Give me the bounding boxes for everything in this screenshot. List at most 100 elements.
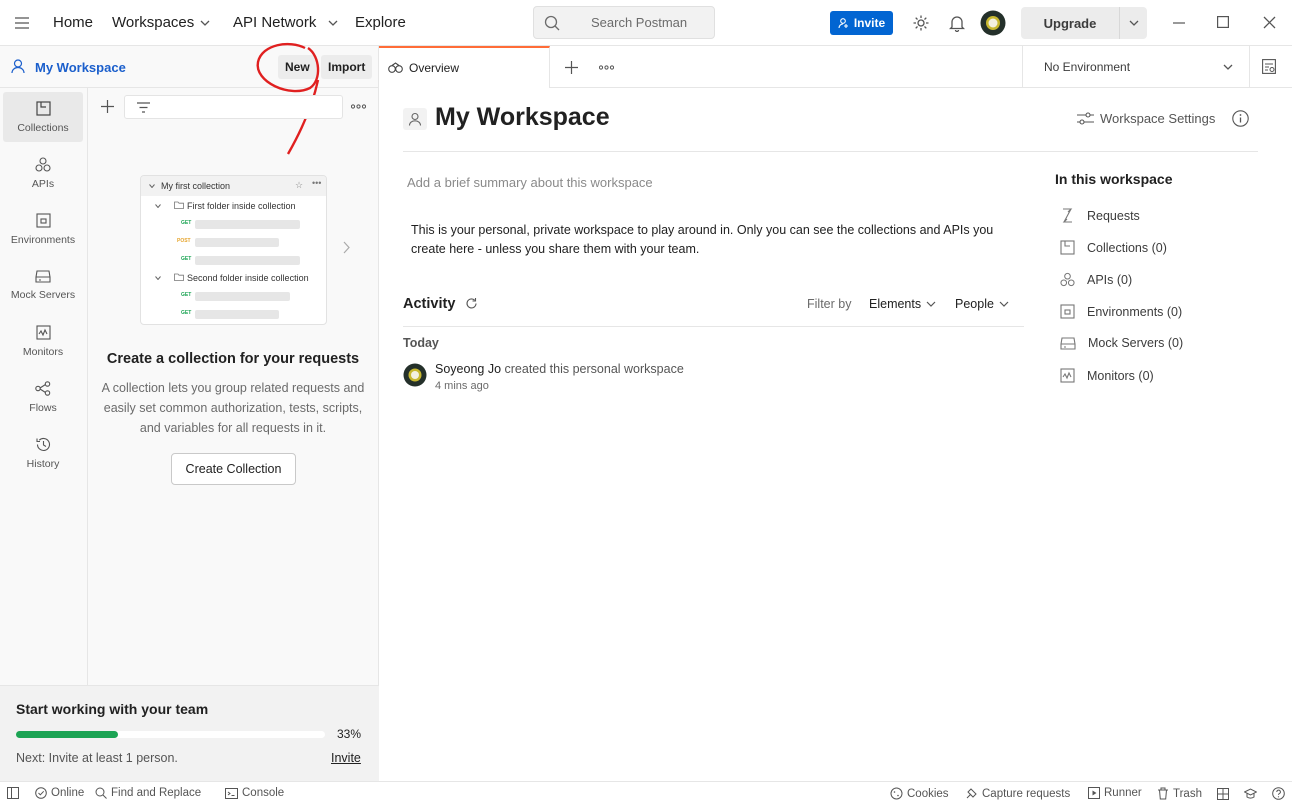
add-user-icon (838, 17, 848, 28)
monitor-icon (1060, 368, 1075, 383)
elements-dropdown[interactable]: Elements (869, 297, 936, 311)
placeholder-bar (195, 292, 290, 301)
trash-icon (1158, 787, 1168, 800)
sidebar-item-environments[interactable]: Environments (3, 204, 83, 254)
runner-icon (1088, 787, 1100, 799)
sidebar-item-history[interactable]: History (3, 428, 83, 478)
activity-user[interactable]: Soyeong Jo (435, 362, 501, 376)
people-dropdown[interactable]: People (955, 297, 1009, 311)
bell-icon[interactable] (949, 14, 965, 32)
illustration-folder-name: Second folder inside collection (187, 273, 309, 283)
create-collection-button[interactable]: Create Collection (171, 453, 296, 485)
chevron-right-icon[interactable] (343, 241, 350, 254)
toggle-sidebar-icon[interactable] (7, 787, 19, 799)
online-status[interactable]: Online (35, 787, 84, 799)
menu-icon[interactable] (15, 17, 29, 29)
refresh-icon[interactable] (465, 297, 478, 310)
sidebar-item-mock-servers[interactable]: Mock Servers (3, 260, 83, 310)
chevron-down-icon (200, 20, 210, 26)
more-icon[interactable] (351, 104, 366, 109)
elements-dropdown-label: Elements (869, 297, 922, 311)
capture-requests-button[interactable]: Capture requests (965, 787, 1070, 800)
nav-explore-label: Explore (355, 14, 406, 31)
ws-item-label: Requests (1087, 208, 1140, 223)
capture-icon (966, 788, 977, 799)
info-icon[interactable] (1232, 110, 1249, 127)
invite-button[interactable]: Invite (830, 11, 893, 35)
create-collection-label: Create Collection (185, 462, 282, 476)
upgrade-button[interactable]: Upgrade (1021, 7, 1147, 39)
search-bar[interactable]: Search Postman (533, 6, 715, 39)
sidebar-item-label: Monitors (22, 345, 64, 358)
sidebar-item-flows[interactable]: Flows (3, 372, 83, 422)
console-icon (225, 787, 238, 799)
method-badge: GET (181, 292, 192, 298)
nav-home[interactable]: Home (53, 14, 93, 31)
ws-item-requests[interactable]: Requests (1060, 208, 1140, 223)
sidebar-item-apis[interactable]: APIs (3, 148, 83, 198)
placeholder-bar (195, 310, 279, 319)
runner-label: Runner (1104, 787, 1142, 799)
minimize-icon[interactable] (1173, 22, 1185, 24)
more-icon[interactable] (599, 65, 614, 70)
help-icon[interactable] (1272, 787, 1285, 800)
environment-select[interactable]: No Environment (1022, 46, 1249, 88)
history-icon (36, 437, 51, 451)
avatar[interactable] (980, 10, 1006, 36)
workspace-summary-input[interactable]: Add a brief summary about this workspace (407, 175, 653, 190)
workspace-settings-button[interactable]: Workspace Settings (1077, 111, 1215, 126)
sidebar-item-monitors[interactable]: Monitors (3, 316, 83, 366)
workspace-description[interactable]: This is your personal, private workspace… (411, 221, 1021, 259)
maximize-icon[interactable] (1217, 16, 1229, 28)
workspace-name[interactable]: My Workspace (35, 60, 126, 75)
cookies-button[interactable]: Cookies (890, 787, 949, 800)
search-icon (95, 787, 107, 799)
new-tab-icon[interactable] (565, 61, 578, 74)
online-label: Online (51, 787, 85, 799)
avatar (403, 363, 427, 387)
nav-workspaces-label: Workspaces (112, 14, 195, 31)
method-badge: GET (181, 256, 192, 262)
chevron-down-icon[interactable] (1129, 20, 1139, 26)
console-label: Console (242, 787, 285, 799)
nav-workspaces[interactable]: Workspaces (112, 14, 210, 31)
bootcamp-icon[interactable] (1244, 788, 1257, 800)
monitor-icon (35, 324, 51, 340)
ws-item-monitors[interactable]: Monitors (0) (1060, 368, 1154, 383)
ws-item-collections[interactable]: Collections (0) (1060, 240, 1167, 255)
close-icon[interactable] (1263, 16, 1276, 29)
ws-item-environments[interactable]: Environments (0) (1060, 304, 1182, 319)
user-icon (11, 59, 25, 74)
trash-button[interactable]: Trash (1157, 787, 1202, 800)
collections-icon (35, 100, 51, 116)
ws-item-apis[interactable]: APIs (0) (1060, 272, 1132, 287)
nav-explore[interactable]: Explore (355, 14, 406, 31)
runner-button[interactable]: Runner (1088, 787, 1142, 799)
illustration-collection-name: My first collection (161, 181, 231, 191)
tab-overview[interactable]: Overview (379, 46, 550, 88)
settings-icon[interactable] (912, 14, 930, 32)
team-invite-link[interactable]: Invite (331, 751, 361, 765)
layout-icon[interactable] (1217, 788, 1229, 800)
placeholder-bar (195, 220, 300, 229)
environment-quick-look-icon[interactable] (1262, 59, 1276, 74)
illustration-folder-name: First folder inside collection (187, 201, 296, 211)
environments-icon (35, 212, 51, 228)
nav-api-network[interactable]: API Network (233, 14, 338, 31)
find-replace-button[interactable]: Find and Replace (95, 787, 201, 799)
upgrade-label: Upgrade (1043, 15, 1097, 31)
placeholder-bar (195, 256, 300, 265)
overview-icon (388, 62, 403, 73)
collection-filter-input[interactable] (124, 95, 343, 119)
find-replace-label: Find and Replace (111, 787, 202, 799)
requests-icon (1062, 208, 1073, 223)
ws-item-mock-servers[interactable]: Mock Servers (0) (1060, 336, 1183, 350)
ws-item-label: Environments (0) (1087, 304, 1183, 319)
method-badge: GET (181, 310, 192, 316)
environment-label: No Environment (1044, 60, 1131, 74)
add-icon[interactable] (101, 100, 114, 113)
filter-icon (137, 102, 150, 113)
console-button[interactable]: Console (225, 787, 284, 799)
folder-icon (174, 201, 184, 209)
sidebar-item-collections[interactable]: Collections (3, 92, 83, 142)
